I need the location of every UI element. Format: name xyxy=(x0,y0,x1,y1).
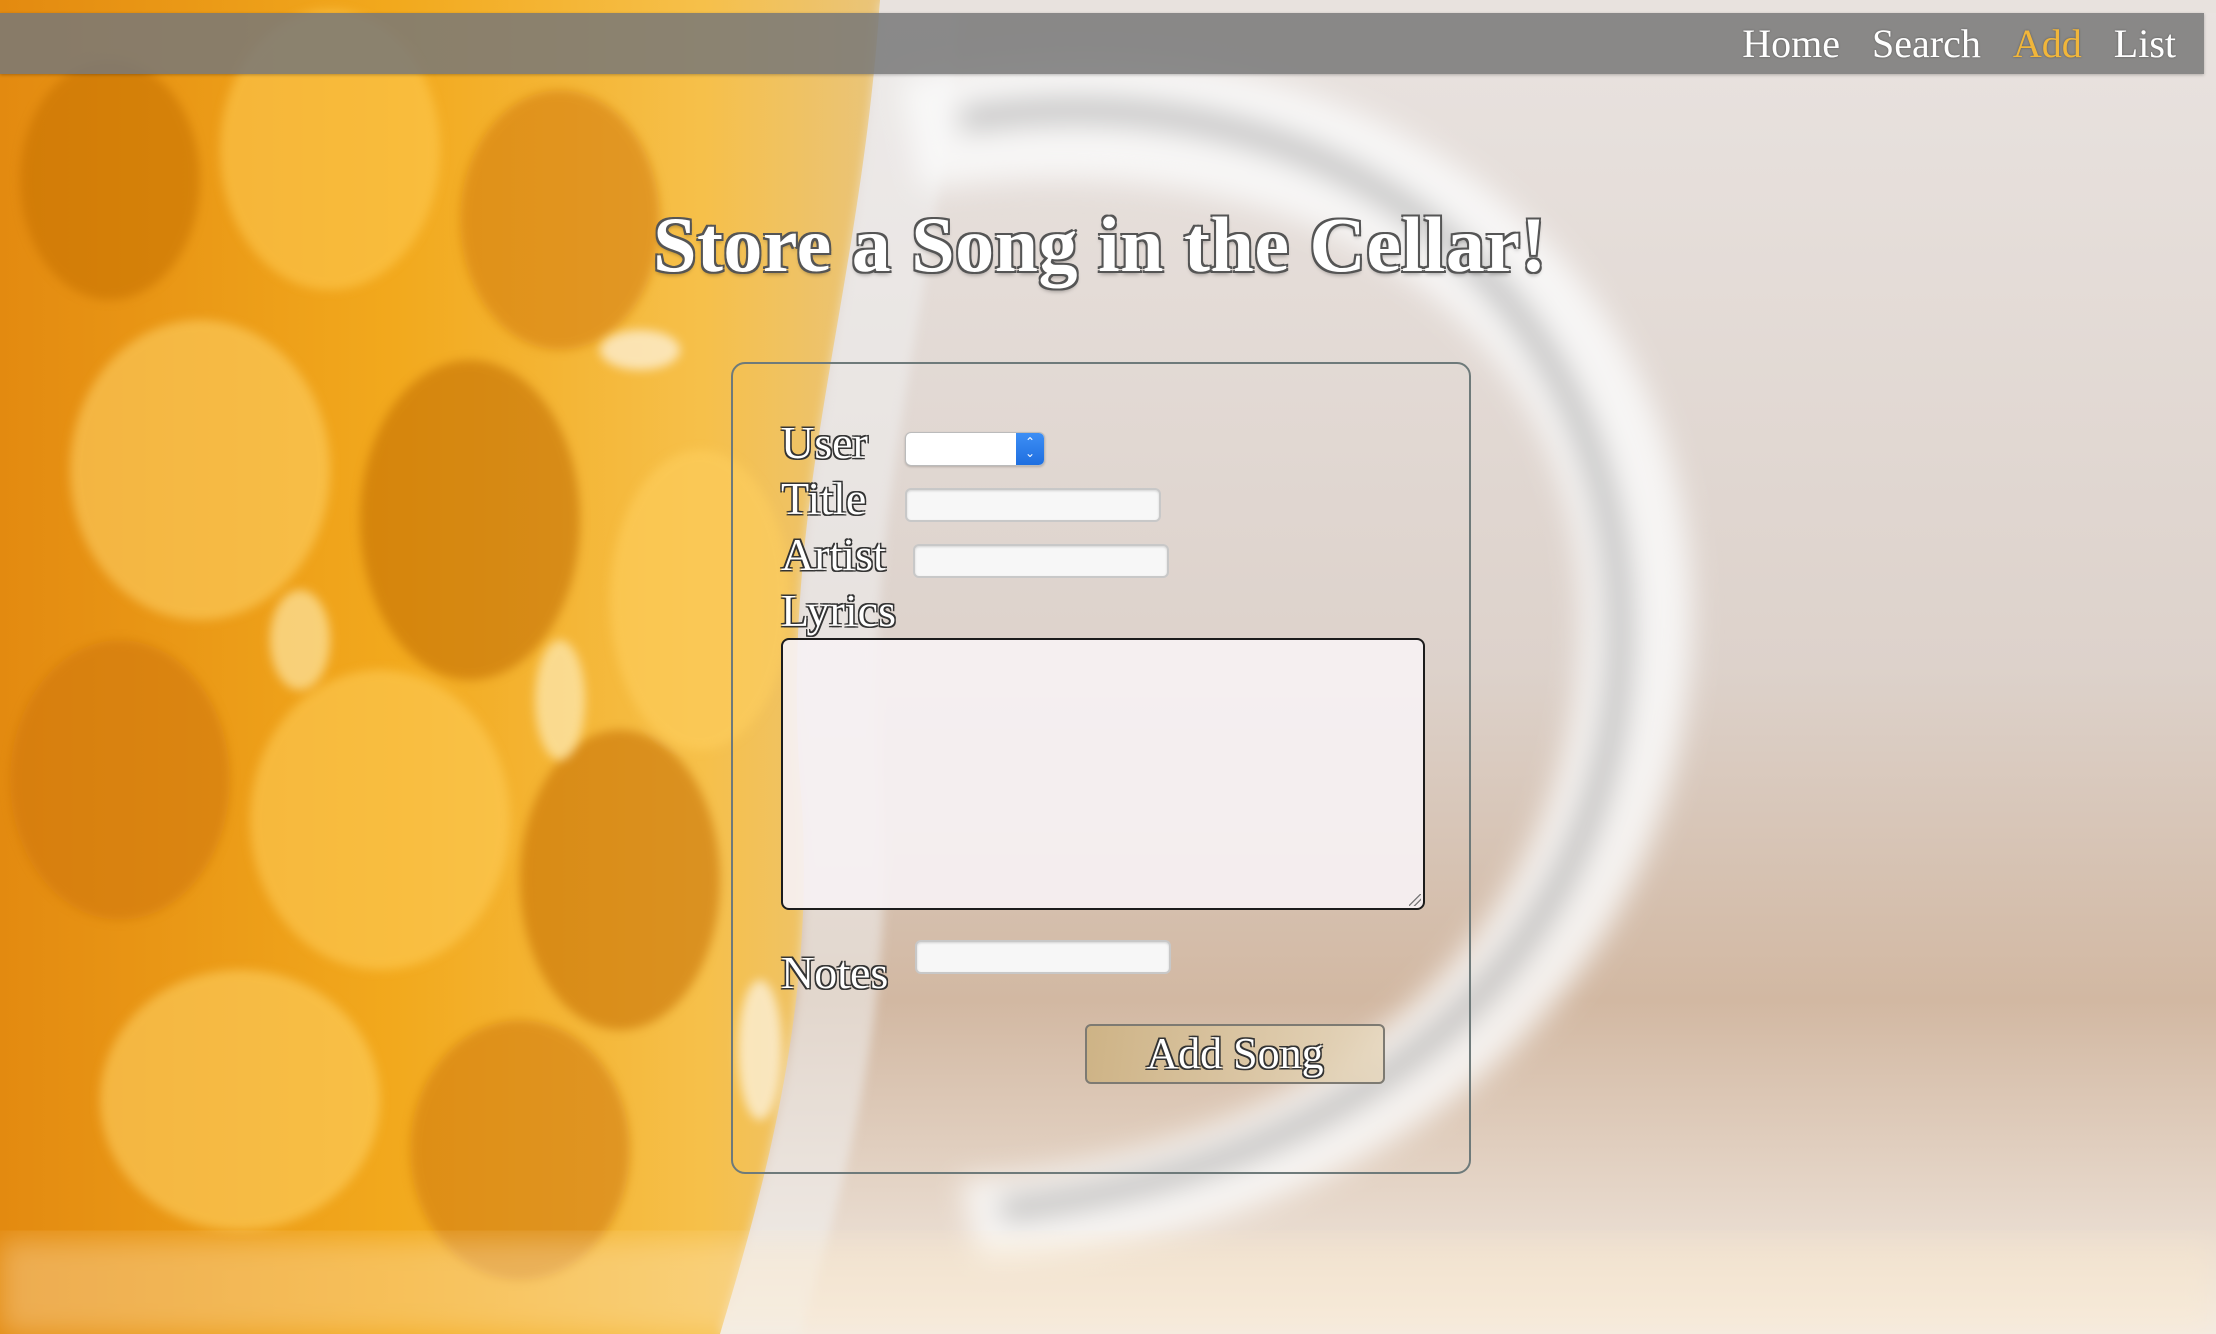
nav-search-link[interactable]: Search xyxy=(1872,20,1981,67)
top-nav-bar: Home Search Add List xyxy=(0,13,2204,74)
add-song-form: User ⌃ ⌄ Title Artist Lyrics Notes Add So… xyxy=(731,362,1471,1174)
page-title: Store a Song in the Cellar! xyxy=(653,201,1547,288)
artist-label: Artist xyxy=(781,529,886,580)
nav-add-link[interactable]: Add xyxy=(2013,20,2082,67)
resize-grip-icon[interactable] xyxy=(1409,894,1421,906)
nav-home-link[interactable]: Home xyxy=(1742,20,1840,67)
title-label: Title xyxy=(781,473,867,524)
notes-input[interactable] xyxy=(915,940,1171,974)
artist-input[interactable] xyxy=(913,544,1169,578)
nav-links: Home Search Add List xyxy=(1742,13,2176,74)
title-input[interactable] xyxy=(905,488,1161,522)
user-select[interactable]: ⌃ ⌄ xyxy=(905,432,1045,466)
page: Home Search Add List Store a Song in the… xyxy=(0,0,2216,1334)
nav-list-link[interactable]: List xyxy=(2114,20,2176,67)
lyrics-label: Lyrics xyxy=(781,585,896,636)
lyrics-textarea[interactable] xyxy=(781,638,1425,910)
add-song-button[interactable]: Add Song xyxy=(1085,1024,1385,1084)
chevron-updown-icon: ⌃ ⌄ xyxy=(1016,433,1044,465)
user-label: User xyxy=(781,417,868,468)
notes-label: Notes xyxy=(781,947,889,998)
